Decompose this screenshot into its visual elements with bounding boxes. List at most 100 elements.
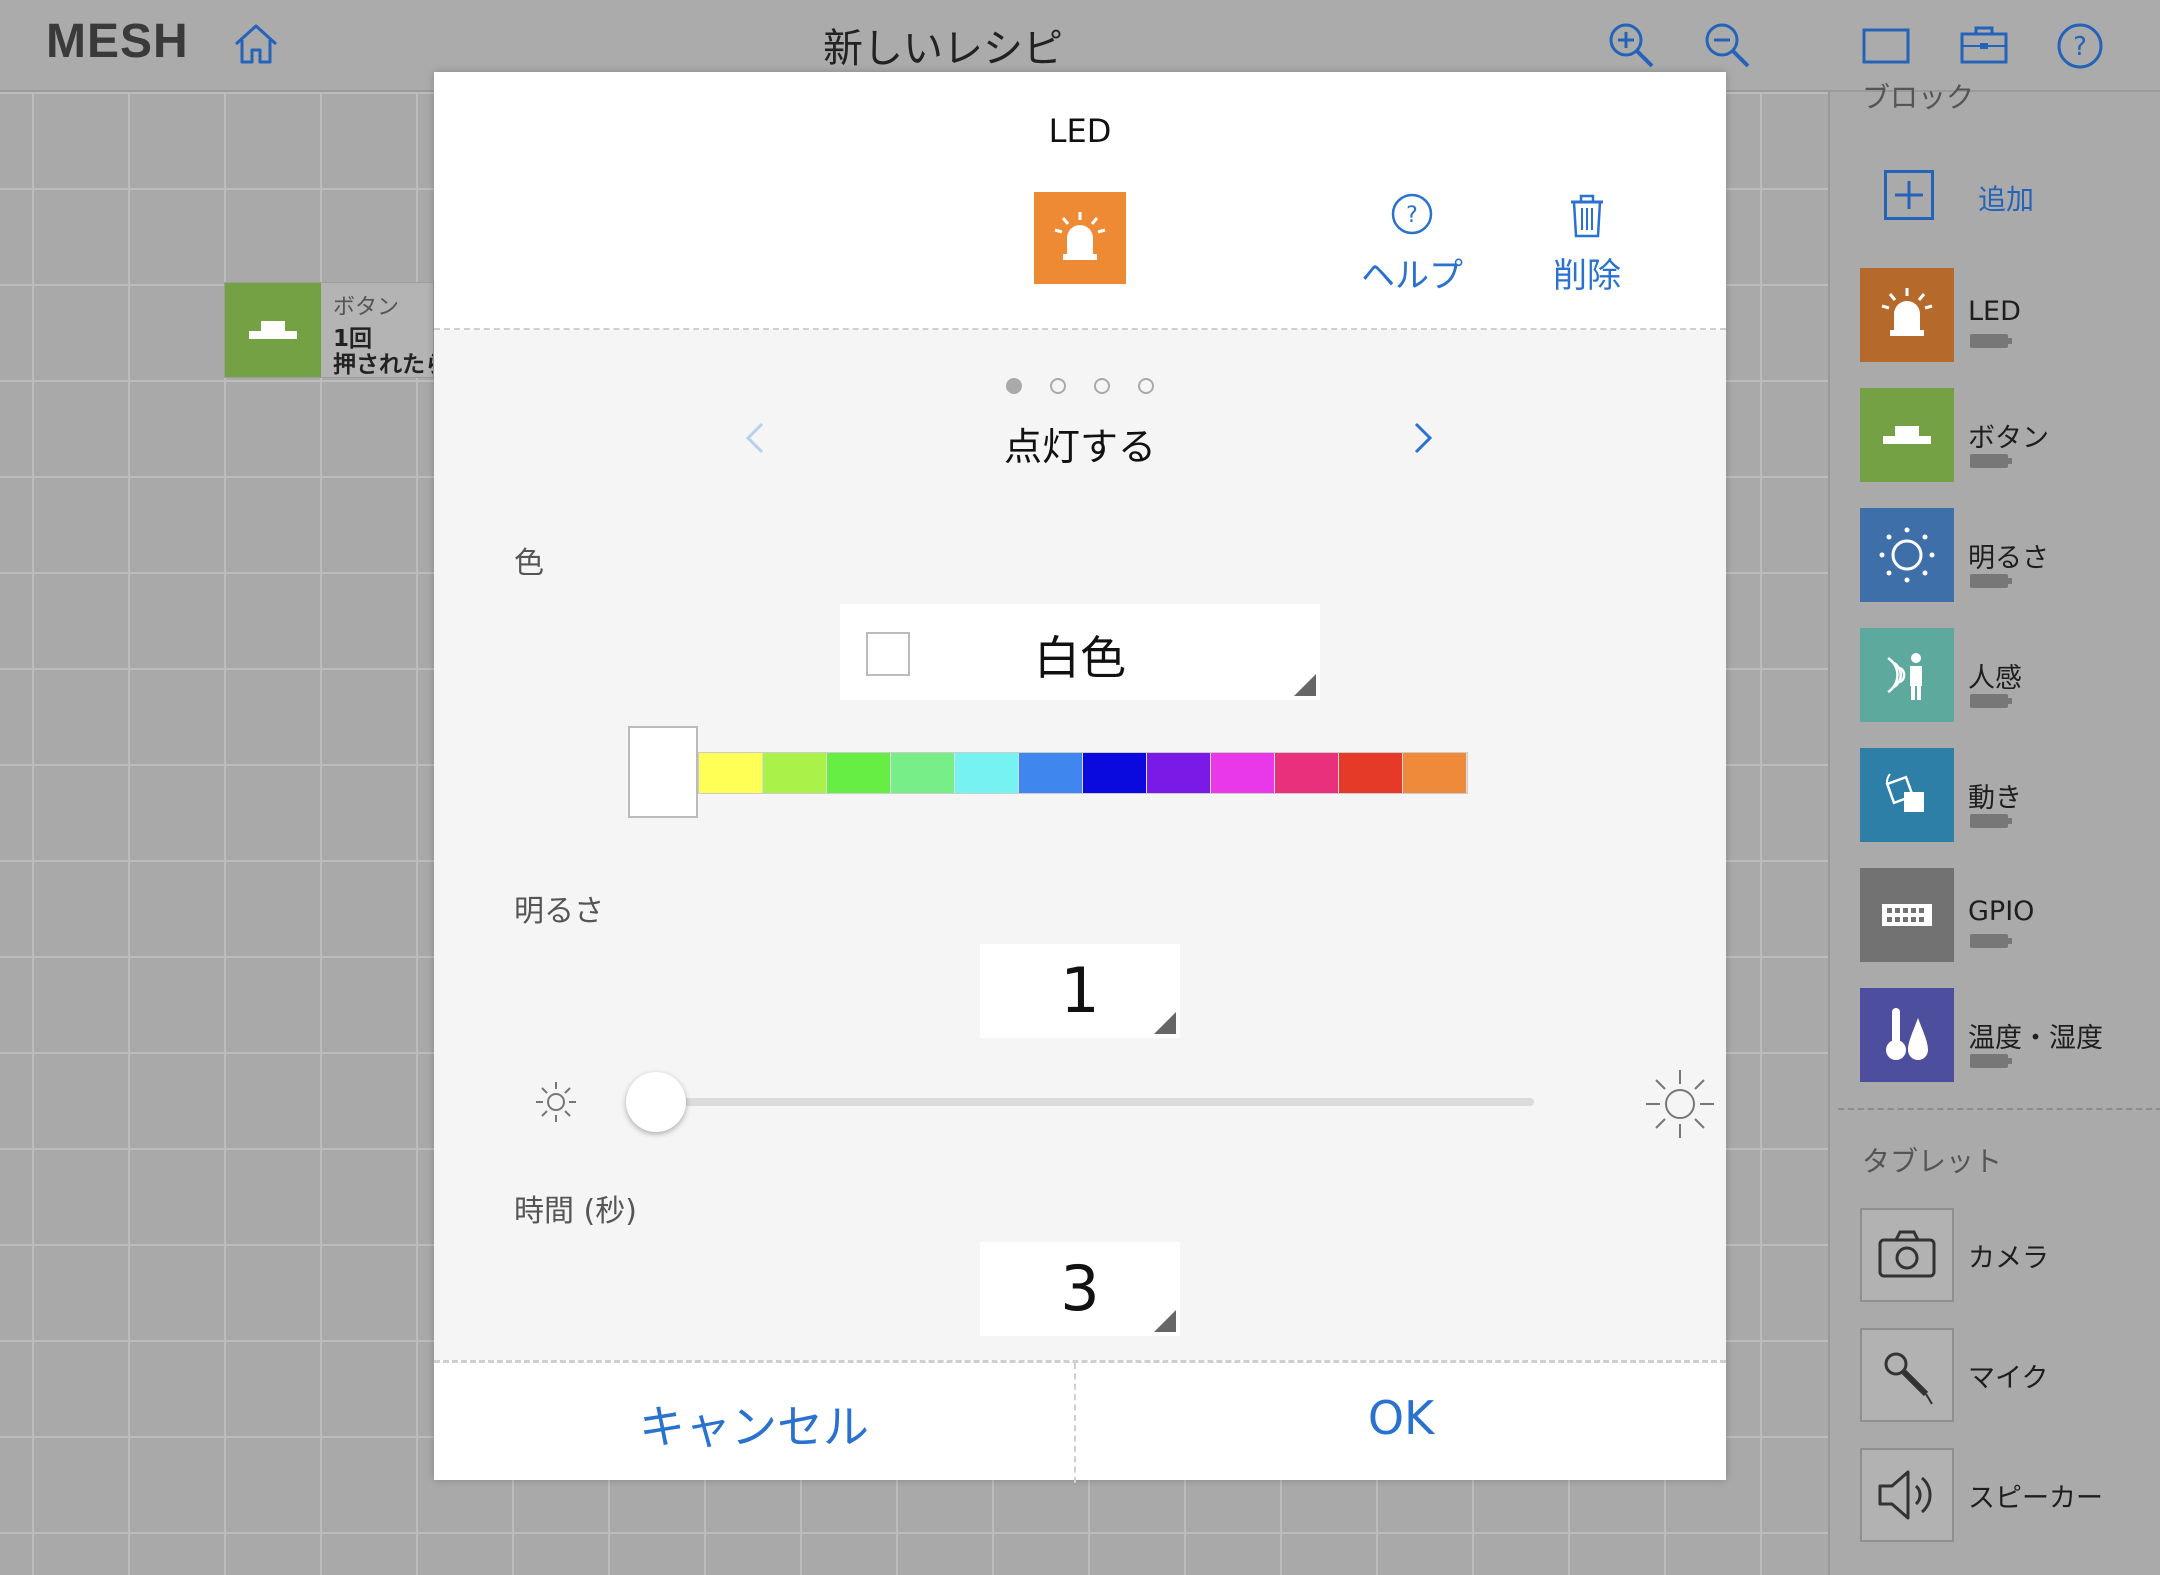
block-item-motion-sensor[interactable]: 人感: [1860, 628, 2150, 722]
tablet-header: タブレット: [1862, 1145, 2003, 1178]
svg-text:?: ?: [2073, 32, 2087, 62]
led-icon: [1034, 192, 1126, 284]
help-icon[interactable]: ?: [2052, 18, 2108, 74]
canvas-button-block[interactable]: ボタン 1回 押されたら: [224, 282, 434, 378]
palette-color-9[interactable]: [1275, 753, 1339, 793]
color-label: 色: [514, 546, 544, 581]
gpio-icon: [1860, 868, 1954, 962]
block-name: 明るさ: [1968, 543, 2049, 574]
mode-title: 点灯する: [1003, 425, 1156, 469]
panel-divider: [1838, 1108, 2160, 1110]
time-value: 3: [1060, 1252, 1100, 1325]
svg-text:?: ?: [1406, 203, 1418, 228]
block-name: ボタン: [1968, 423, 2049, 454]
next-mode-button[interactable]: [1394, 408, 1454, 468]
thermometer-icon: [1860, 988, 1954, 1082]
tablet-item-camera[interactable]: カメラ: [1860, 1208, 2150, 1302]
battery-icon: [1970, 1054, 2012, 1068]
palette-color-7[interactable]: [1147, 753, 1211, 793]
palette-color-10[interactable]: [1339, 753, 1403, 793]
block-item-led[interactable]: LED: [1860, 268, 2150, 362]
camera-icon: [1860, 1208, 1954, 1302]
dropdown-corner-icon: [1154, 1012, 1176, 1034]
palette-color-5[interactable]: [1019, 753, 1083, 793]
block-item-brightness[interactable]: 明るさ: [1860, 508, 2150, 602]
battery-icon: [1970, 814, 2012, 828]
cancel-button[interactable]: キャンセル: [434, 1363, 1074, 1483]
blocks-header: ブロック: [1862, 81, 1975, 114]
help-button[interactable]: ? ヘルプ: [1352, 192, 1472, 302]
block-condition-label: 押されたら: [333, 352, 433, 378]
block-name: GPIO: [1968, 896, 2035, 927]
palette-color-8[interactable]: [1211, 753, 1275, 793]
palette-color-1[interactable]: [763, 753, 827, 793]
battery-icon: [1970, 454, 2012, 468]
button-icon: [1860, 388, 1954, 482]
block-name: LED: [1968, 296, 2021, 327]
palette-color-4[interactable]: [955, 753, 1019, 793]
tablet-item-speaker[interactable]: スピーカー: [1860, 1448, 2150, 1542]
dropdown-corner-icon: [1154, 1310, 1176, 1332]
page-dot: [1094, 378, 1110, 394]
color-value: 白色: [1034, 631, 1126, 685]
plus-icon: [1884, 170, 1934, 220]
add-label: 追加: [1978, 183, 2035, 216]
slider-track[interactable]: [628, 1098, 1534, 1106]
brightness-slider[interactable]: [514, 1062, 1714, 1142]
human-sensor-icon: [1860, 628, 1954, 722]
delete-button[interactable]: 削除: [1532, 192, 1642, 302]
brightness-value-select[interactable]: 1: [980, 944, 1180, 1038]
block-name: 人感: [1968, 663, 2022, 694]
page-dot-active: [1006, 378, 1022, 394]
dropdown-corner-icon: [1294, 674, 1316, 696]
block-type-label: ボタン: [333, 295, 400, 320]
page-dot: [1050, 378, 1066, 394]
dialog-footer: キャンセル OK: [434, 1360, 1726, 1483]
palette-color-11[interactable]: [1403, 753, 1467, 793]
block-item-button[interactable]: ボタン: [1860, 388, 2150, 482]
palette-color-2[interactable]: [827, 753, 891, 793]
block-panel: ブロック 追加 LED ボタン 明るさ 人感 動き GPIO 温度・湿度 タブレ…: [1828, 81, 2160, 1575]
battery-icon: [1970, 934, 2012, 948]
led-icon: [1860, 268, 1954, 362]
microphone-icon: [1860, 1328, 1954, 1422]
speaker-icon: [1860, 1448, 1954, 1542]
dialog-title: LED: [1048, 112, 1112, 150]
slider-thumb[interactable]: [626, 1072, 686, 1132]
help-label: ヘルプ: [1361, 256, 1463, 296]
battery-icon: [1970, 694, 2012, 708]
dialog-header: LED ? ヘルプ 削除: [434, 72, 1726, 330]
time-value-select[interactable]: 3: [980, 1242, 1180, 1336]
brightness-value: 1: [1060, 954, 1100, 1027]
block-item-temperature-humidity[interactable]: 温度・湿度: [1860, 988, 2150, 1082]
tablet-item-microphone[interactable]: マイク: [1860, 1328, 2150, 1422]
brightness-sensor-icon: [1860, 508, 1954, 602]
palette-strip: [698, 752, 1468, 794]
window-icon[interactable]: [1858, 18, 1914, 74]
color-palette[interactable]: [628, 726, 1468, 818]
page-dot: [1138, 378, 1154, 394]
help-icon: ?: [1391, 193, 1433, 235]
tablet-item-name: カメラ: [1968, 1243, 2049, 1274]
ok-button[interactable]: OK: [1076, 1363, 1726, 1483]
block-item-move[interactable]: 動き: [1860, 748, 2150, 842]
page-indicator: [1006, 378, 1166, 398]
toolbox-icon[interactable]: [1956, 18, 2012, 74]
sun-small-icon: [536, 1082, 576, 1122]
palette-color-white[interactable]: [628, 726, 698, 818]
palette-color-6[interactable]: [1083, 753, 1147, 793]
brightness-label: 明るさ: [514, 894, 604, 929]
zoom-in-icon[interactable]: [1604, 18, 1660, 74]
block-name: 温度・湿度: [1968, 1023, 2103, 1054]
delete-label: 削除: [1553, 256, 1621, 296]
battery-icon: [1970, 334, 2012, 348]
time-label: 時間 (秒): [514, 1194, 637, 1229]
zoom-out-icon[interactable]: [1700, 18, 1756, 74]
tablet-item-name: マイク: [1968, 1363, 2049, 1394]
color-select[interactable]: 白色: [840, 604, 1320, 700]
palette-color-0[interactable]: [699, 753, 763, 793]
sun-large-icon: [1646, 1070, 1714, 1138]
palette-color-3[interactable]: [891, 753, 955, 793]
block-item-gpio[interactable]: GPIO: [1860, 868, 2150, 962]
chevron-right-icon: [1414, 422, 1433, 454]
